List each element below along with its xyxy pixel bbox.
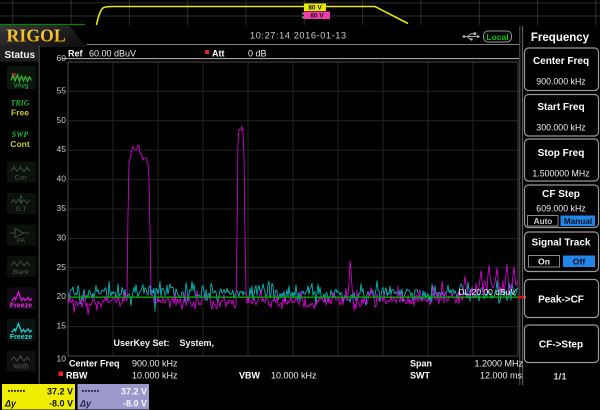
svg-text:30: 30 (57, 232, 67, 242)
svg-text:Auto: Auto (534, 217, 553, 226)
svg-text:300.000 kHz: 300.000 kHz (536, 123, 585, 133)
svg-text:VAvg: VAvg (14, 83, 29, 90)
svg-text:900.00 kHz: 900.00 kHz (132, 359, 178, 369)
svg-text:Center Freq: Center Freq (533, 56, 589, 67)
svg-text:20: 20 (57, 291, 67, 301)
svg-text:Manual: Manual (564, 217, 592, 226)
svg-text:0 dB: 0 dB (248, 49, 267, 59)
svg-text:System,: System, (180, 338, 215, 348)
svg-text:TRIG: TRIG (10, 99, 29, 108)
svg-text:Frequency: Frequency (531, 32, 590, 44)
svg-text:Ref: Ref (68, 49, 84, 59)
svg-text:G.T: G.T (16, 206, 27, 213)
svg-text:SWT: SWT (410, 371, 430, 381)
svg-text:Freeze: Freeze (10, 334, 32, 341)
svg-text:Att: Att (212, 49, 225, 59)
svg-text:Signal Track: Signal Track (532, 238, 591, 249)
svg-text:80 V: 80 V (308, 5, 322, 12)
svg-text:50: 50 (57, 115, 67, 125)
svg-text:55: 55 (57, 85, 67, 95)
svg-text:DL:20.00 dBuV: DL:20.00 dBuV (458, 287, 516, 297)
svg-text:Cont: Cont (10, 139, 30, 149)
svg-text:Corr: Corr (15, 175, 28, 182)
svg-text:UserKey Set:: UserKey Set: (114, 338, 170, 348)
svg-text:On: On (538, 257, 550, 267)
svg-text:40: 40 (57, 174, 67, 184)
svg-text:10.000 kHz: 10.000 kHz (271, 371, 317, 381)
svg-text:-8.0 V: -8.0 V (123, 399, 147, 409)
svg-text:Center Freq: Center Freq (69, 359, 120, 369)
svg-text:CF Step: CF Step (542, 189, 580, 200)
svg-text:Off: Off (573, 257, 586, 267)
svg-text:60.00 dBuV: 60.00 dBuV (89, 49, 136, 59)
svg-text:Stop Freq: Stop Freq (538, 148, 585, 159)
svg-text:609.000 kHz: 609.000 kHz (536, 204, 585, 214)
svg-text:-8.0 V: -8.0 V (49, 399, 73, 409)
svg-text:15: 15 (57, 321, 67, 331)
svg-text:Blank: Blank (13, 269, 30, 276)
svg-text:1/1: 1/1 (553, 372, 567, 383)
svg-text:Δy: Δy (79, 399, 92, 409)
svg-text:Start Freq: Start Freq (537, 102, 584, 113)
svg-text:80 V: 80 V (310, 13, 324, 20)
svg-text:Δy: Δy (4, 399, 17, 409)
svg-text:Span: Span (410, 359, 432, 369)
svg-text:10: 10 (57, 354, 67, 364)
svg-text:45: 45 (57, 144, 67, 154)
svg-text:25: 25 (57, 262, 67, 272)
svg-text:12.000 ms: 12.000 ms (480, 371, 523, 381)
svg-text:10.000 kHz: 10.000 kHz (132, 371, 178, 381)
svg-text:1.2000 MHz: 1.2000 MHz (474, 359, 523, 369)
svg-text:900.000 kHz: 900.000 kHz (536, 77, 585, 87)
svg-text:SWP: SWP (12, 130, 29, 139)
svg-text:Status: Status (5, 50, 36, 61)
svg-text:Peak->CF: Peak->CF (538, 295, 584, 306)
svg-text:Math: Math (13, 364, 29, 371)
svg-text:10:27:14 2016-01-13: 10:27:14 2016-01-13 (250, 31, 347, 41)
svg-text:RBW: RBW (66, 371, 88, 381)
svg-text:35: 35 (57, 203, 67, 213)
svg-text:CF->Step: CF->Step (539, 340, 583, 351)
svg-text:37.2 V: 37.2 V (47, 387, 73, 397)
svg-text:PA: PA (17, 238, 26, 245)
svg-text:1.500000 MHz: 1.500000 MHz (532, 169, 589, 179)
svg-text:VBW: VBW (239, 371, 261, 381)
svg-text:Freeze: Freeze (10, 303, 32, 310)
svg-text:37.2 V: 37.2 V (121, 387, 147, 397)
svg-text:60: 60 (57, 53, 67, 63)
svg-text:RIGOL: RIGOL (7, 26, 66, 46)
svg-text:Local: Local (486, 32, 508, 42)
svg-text:Free: Free (11, 108, 29, 118)
